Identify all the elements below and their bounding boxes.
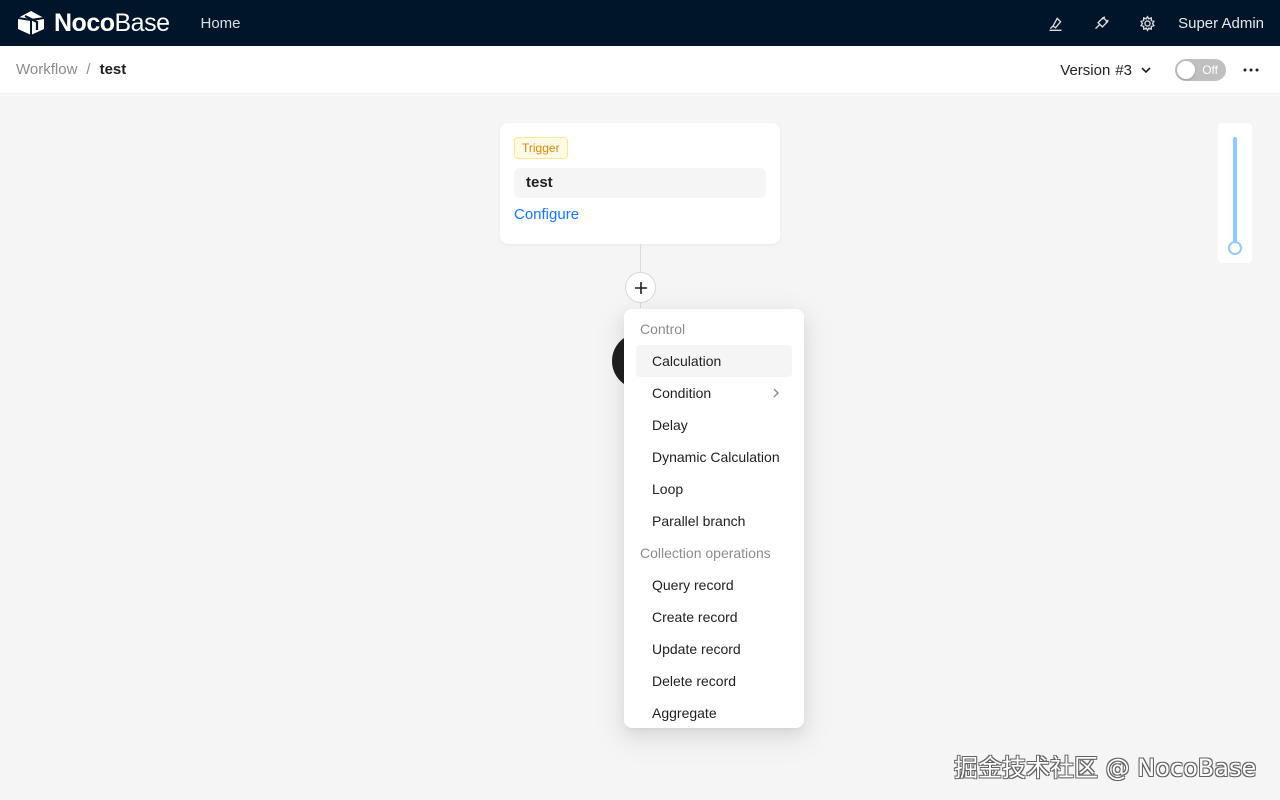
menu-item-label: Condition <box>652 385 712 401</box>
ellipsis-icon <box>1243 68 1259 72</box>
zoom-slider-track[interactable] <box>1233 137 1237 249</box>
trigger-node-card[interactable]: Trigger test Configure <box>500 123 780 244</box>
top-navbar: NocoBase Home Super Admin <box>0 0 1280 46</box>
nocobase-logo-icon <box>17 11 45 35</box>
menu-item-delete-record[interactable]: Delete record <box>636 665 792 697</box>
user-menu[interactable]: Super Admin <box>1178 15 1264 32</box>
zoom-slider-panel <box>1218 123 1252 263</box>
chevron-down-icon <box>1141 67 1151 74</box>
top-right-actions: Super Admin <box>1032 0 1264 46</box>
settings-icon <box>1139 14 1155 32</box>
menu-item-loop[interactable]: Loop <box>636 473 792 505</box>
menu-item-delay[interactable]: Delay <box>636 409 792 441</box>
menu-item-dynamic-calculation[interactable]: Dynamic Calculation <box>636 441 792 473</box>
menu-item-update-record[interactable]: Update record <box>636 633 792 665</box>
trigger-configure-link[interactable]: Configure <box>514 206 579 223</box>
logo-text: NocoBase <box>54 8 170 37</box>
workflow-header: Workflow / test Version #3 Off <box>0 46 1280 94</box>
watermark: 掘金技术社区 @ NocoBase <box>954 754 1257 782</box>
zoom-slider-handle[interactable] <box>1228 241 1242 255</box>
plugin-icon <box>1094 15 1109 29</box>
menu-item-calculation[interactable]: Calculation <box>636 345 792 377</box>
menu-group-control: Control <box>640 321 686 337</box>
highlighter-icon <box>1049 16 1062 31</box>
switch-label: Off <box>1202 63 1218 77</box>
app-logo[interactable]: NocoBase <box>16 0 170 46</box>
trigger-title[interactable]: test <box>514 168 766 198</box>
version-dropdown[interactable]: Version #3 <box>1060 62 1152 79</box>
settings-button[interactable] <box>1124 0 1170 46</box>
plugin-manager-button[interactable] <box>1078 0 1124 46</box>
workflow-enabled-switch[interactable]: Off <box>1175 59 1226 81</box>
breadcrumb-current: test <box>99 61 127 78</box>
ui-editor-button[interactable] <box>1032 0 1078 46</box>
menu-item-condition[interactable]: Condition <box>636 377 792 409</box>
nav-home-link[interactable]: Home <box>200 15 240 32</box>
add-node-menu: Control Calculation Condition Delay Dyna… <box>624 309 804 728</box>
trigger-tag: Trigger <box>514 137 568 159</box>
plus-icon <box>634 281 647 294</box>
add-node-button[interactable] <box>625 272 656 303</box>
workflow-actions: Version #3 Off <box>1060 46 1260 94</box>
more-actions-button[interactable] <box>1242 68 1260 72</box>
version-label: Version <box>1060 61 1111 79</box>
menu-group-collection-operations: Collection operations <box>640 545 771 561</box>
switch-knob <box>1177 61 1195 79</box>
menu-item-create-record[interactable]: Create record <box>636 601 792 633</box>
chevron-right-icon <box>773 388 779 398</box>
breadcrumb: Workflow / test <box>16 61 126 78</box>
breadcrumb-workflow-link[interactable]: Workflow <box>16 61 77 78</box>
menu-item-aggregate[interactable]: Aggregate <box>636 697 792 729</box>
menu-item-query-record[interactable]: Query record <box>636 569 792 601</box>
version-number: #3 <box>1115 61 1132 79</box>
breadcrumb-separator: / <box>86 61 91 78</box>
menu-item-parallel-branch[interactable]: Parallel branch <box>636 505 792 537</box>
